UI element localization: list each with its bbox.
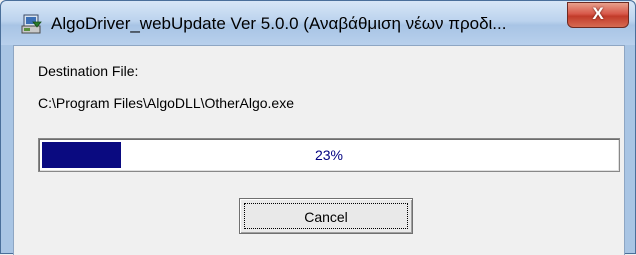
progress-bar: 23% xyxy=(38,138,620,172)
title-bar[interactable]: AlgoDriver_webUpdate Ver 5.0.0 (Αναβάθμι… xyxy=(1,1,635,45)
dialog-body: Destination File: C:\Program Files\AlgoD… xyxy=(13,45,625,255)
cancel-button[interactable]: Cancel xyxy=(239,198,413,234)
close-button[interactable]: X xyxy=(567,2,629,28)
destination-label: Destination File: xyxy=(38,63,139,79)
progress-percent: 23% xyxy=(314,147,344,163)
update-dialog: AlgoDriver_webUpdate Ver 5.0.0 (Αναβάθμι… xyxy=(0,0,636,255)
cancel-button-label: Cancel xyxy=(244,203,408,229)
close-icon: X xyxy=(592,4,604,23)
app-install-icon xyxy=(21,13,43,35)
destination-path: C:\Program Files\AlgoDLL\OtherAlgo.exe xyxy=(38,95,294,111)
window-title: AlgoDriver_webUpdate Ver 5.0.0 (Αναβάθμι… xyxy=(51,14,507,33)
